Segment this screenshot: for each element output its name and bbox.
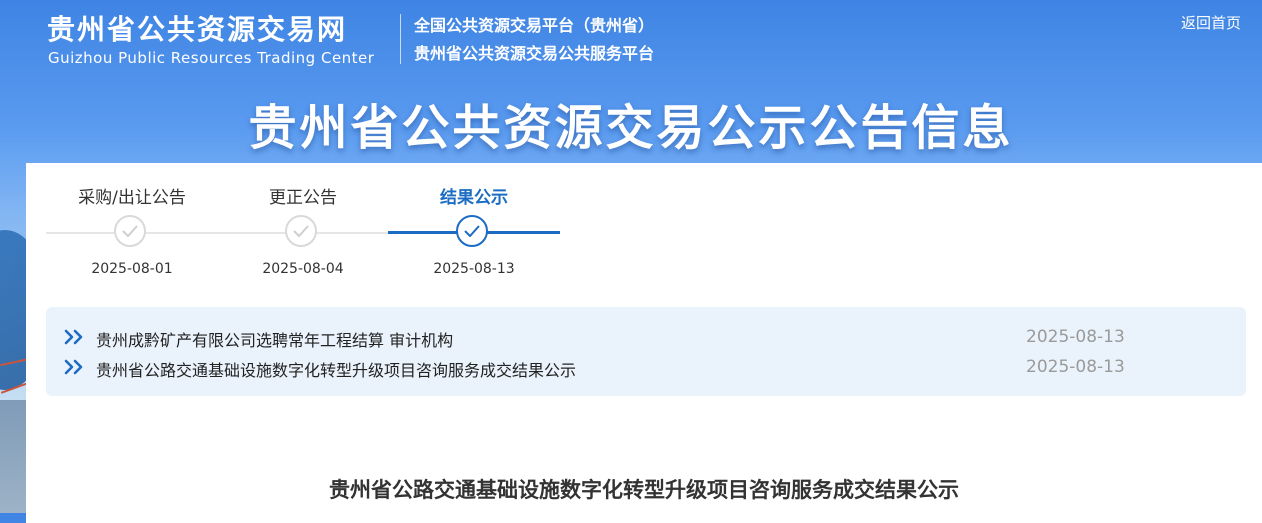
step-label: 更正公告 bbox=[269, 188, 337, 208]
step-correction-notice[interactable]: 更正公告 2025-08-04 bbox=[217, 163, 389, 277]
page-banner-title: 贵州省公共资源交易公示公告信息 bbox=[248, 100, 1014, 156]
platform-name-national: 全国公共资源交易平台（贵州省） bbox=[414, 16, 655, 35]
list-item[interactable]: 贵州成黔矿产有限公司选聘常年工程结算 审计机构 2025-08-13 bbox=[64, 325, 1144, 351]
check-circle-icon bbox=[456, 215, 488, 247]
process-steps: 采购/出让公告 2025-08-01 更正公告 2025-08-04 结果公示 … bbox=[46, 163, 566, 303]
header-divider bbox=[400, 14, 401, 64]
document-title: 贵州省公路交通基础设施数字化转型升级项目咨询服务成交结果公示 bbox=[329, 478, 959, 502]
list-item[interactable]: 贵州省公路交通基础设施数字化转型升级项目咨询服务成交结果公示 2025-08-1… bbox=[64, 355, 1144, 381]
step-label: 结果公示 bbox=[440, 188, 508, 208]
platform-name-provincial: 贵州省公共资源交易公共服务平台 bbox=[414, 44, 655, 63]
site-logo-english[interactable]: Guizhou Public Resources Trading Center bbox=[48, 49, 374, 67]
back-to-home-link[interactable]: 返回首页 bbox=[1181, 12, 1241, 33]
step-procurement-notice[interactable]: 采购/出让公告 2025-08-01 bbox=[46, 163, 218, 277]
check-circle-icon bbox=[285, 215, 317, 247]
double-chevron-right-icon bbox=[64, 359, 83, 375]
site-logo-chinese[interactable]: 贵州省公共资源交易网 bbox=[47, 8, 347, 48]
step-date: 2025-08-13 bbox=[433, 261, 515, 277]
check-circle-icon bbox=[114, 215, 146, 247]
site-header: 贵州省公共资源交易网 Guizhou Public Resources Trad… bbox=[0, 0, 1262, 80]
list-item-title[interactable]: 贵州成黔矿产有限公司选聘常年工程结算 审计机构 bbox=[96, 327, 453, 351]
double-chevron-right-icon bbox=[64, 329, 83, 345]
step-label: 采购/出让公告 bbox=[78, 188, 186, 208]
step-date: 2025-08-04 bbox=[262, 261, 344, 277]
content-card: 采购/出让公告 2025-08-01 更正公告 2025-08-04 结果公示 … bbox=[26, 163, 1262, 523]
step-date: 2025-08-01 bbox=[91, 261, 173, 277]
step-result-announcement[interactable]: 结果公示 2025-08-13 bbox=[388, 163, 560, 277]
related-announcements-list: 贵州成黔矿产有限公司选聘常年工程结算 审计机构 2025-08-13 贵州省公路… bbox=[46, 307, 1246, 396]
list-item-title[interactable]: 贵州省公路交通基础设施数字化转型升级项目咨询服务成交结果公示 bbox=[96, 357, 576, 381]
list-item-date: 2025-08-13 bbox=[1026, 327, 1125, 347]
list-item-date: 2025-08-13 bbox=[1026, 357, 1125, 377]
